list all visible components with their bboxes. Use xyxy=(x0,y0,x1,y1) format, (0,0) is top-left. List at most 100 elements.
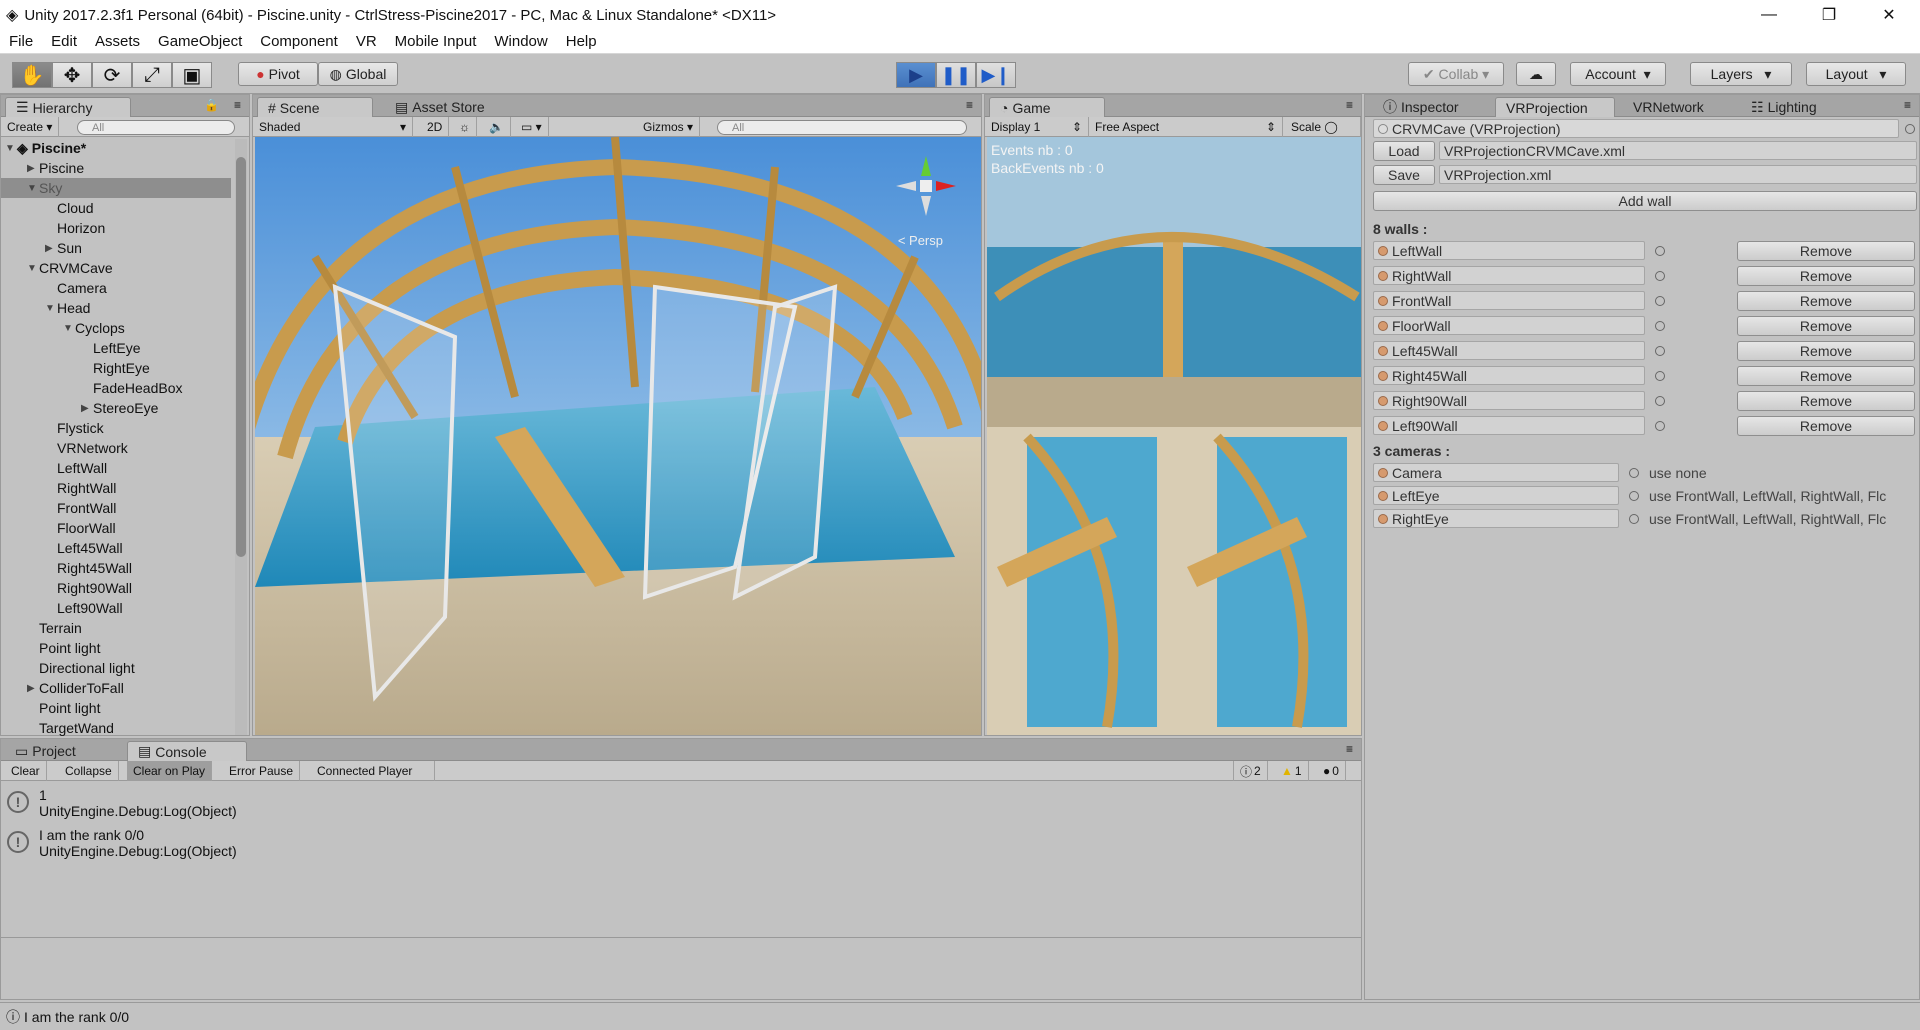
hierarchy-item[interactable]: LeftEye xyxy=(1,338,231,358)
aspect-dropdown[interactable]: Free Aspect ⇕ xyxy=(1089,117,1283,137)
tab-project[interactable]: ▭ Project xyxy=(5,741,86,761)
hierarchy-item[interactable]: Horizon xyxy=(1,218,231,238)
error-pause-toggle[interactable]: Error Pause xyxy=(223,761,301,781)
collapse-button[interactable]: Collapse xyxy=(59,761,119,781)
tab-inspector[interactable]: ⓘ Inspector xyxy=(1373,97,1469,117)
object-picker-icon[interactable] xyxy=(1655,421,1665,431)
object-picker-icon[interactable] xyxy=(1655,396,1665,406)
step-button[interactable]: ▶❙ xyxy=(976,62,1016,88)
menu-component[interactable]: Component xyxy=(251,33,347,50)
hierarchy-item[interactable]: ▶ Piscine xyxy=(1,158,231,178)
object-field[interactable]: CRVMCave (VRProjection) xyxy=(1373,119,1899,138)
audio-toggle-icon[interactable]: 🔈 xyxy=(483,117,511,137)
hierarchy-item[interactable]: ▶ StereoEye xyxy=(1,398,231,418)
rect-tool-icon[interactable]: ▣ xyxy=(172,62,212,88)
menu-mobile-input[interactable]: Mobile Input xyxy=(386,33,486,50)
2d-toggle[interactable]: 2D xyxy=(421,117,450,137)
console-entry[interactable]: I am the rank 0/0 UnityEngine.Debug:Log(O… xyxy=(39,827,1361,863)
tab-scene[interactable]: # Scene xyxy=(257,97,373,117)
remove-wall-button[interactable]: Remove xyxy=(1737,316,1915,336)
menu-file[interactable]: File xyxy=(0,33,42,50)
chevron-right-icon[interactable]: ▶ xyxy=(45,243,57,254)
remove-wall-button[interactable]: Remove xyxy=(1737,391,1915,411)
hierarchy-item[interactable]: LeftWall xyxy=(1,458,231,478)
menu-gameobject[interactable]: GameObject xyxy=(149,33,251,50)
cloud-button[interactable]: ☁ xyxy=(1516,62,1556,86)
wall-field[interactable]: LeftWall xyxy=(1373,241,1645,260)
gizmos-dropdown[interactable]: Gizmos ▾ xyxy=(637,117,701,137)
tab-vrprojection[interactable]: VRProjection xyxy=(1495,97,1615,117)
effects-dropdown-icon[interactable]: ▭ ▾ xyxy=(515,117,549,137)
account-dropdown[interactable]: Account ▾ xyxy=(1570,62,1666,86)
maximize-button[interactable]: ❐ xyxy=(1806,0,1852,30)
lock-icon[interactable]: 🔒 xyxy=(204,98,219,112)
tab-lighting[interactable]: ☷ Lighting xyxy=(1741,97,1827,117)
move-tool-icon[interactable]: ✥ xyxy=(52,62,92,88)
layers-dropdown[interactable]: Layers ▾ xyxy=(1690,62,1792,86)
scene-viewport[interactable]: < Persp xyxy=(255,137,981,735)
hierarchy-item[interactable]: ▼ CRVMCave xyxy=(1,258,231,278)
persp-label[interactable]: < Persp xyxy=(898,233,943,248)
error-count-toggle[interactable]: ● 0 xyxy=(1317,761,1346,781)
status-bar[interactable]: ⓘ I am the rank 0/0 xyxy=(0,1002,1920,1030)
scrollbar-thumb[interactable] xyxy=(236,157,246,557)
chevron-right-icon[interactable]: ▶ xyxy=(27,683,39,694)
panel-menu-icon[interactable]: ≡ xyxy=(1346,742,1353,756)
load-button[interactable]: Load xyxy=(1373,141,1435,161)
wall-field[interactable]: FrontWall xyxy=(1373,291,1645,310)
rotate-tool-icon[interactable]: ⟳ xyxy=(92,62,132,88)
wall-field[interactable]: Left45Wall xyxy=(1373,341,1645,360)
hierarchy-item[interactable]: Terrain xyxy=(1,618,231,638)
tab-hierarchy[interactable]: ☰ Hierarchy xyxy=(5,97,131,117)
object-picker-icon[interactable] xyxy=(1655,371,1665,381)
save-button[interactable]: Save xyxy=(1373,165,1435,185)
hierarchy-item[interactable]: RightEye xyxy=(1,358,231,378)
play-button[interactable]: ▶ xyxy=(896,62,936,88)
create-dropdown[interactable]: Create ▾ xyxy=(1,117,60,137)
hierarchy-item[interactable]: Camera xyxy=(1,278,231,298)
chevron-down-icon[interactable]: ▼ xyxy=(45,303,57,314)
console-entry[interactable]: 1 UnityEngine.Debug:Log(Object) xyxy=(39,787,1361,823)
clear-on-play-toggle[interactable]: Clear on Play xyxy=(127,761,213,781)
remove-wall-button[interactable]: Remove xyxy=(1737,341,1915,361)
hierarchy-item[interactable]: Cloud xyxy=(1,198,231,218)
hierarchy-item[interactable]: Right90Wall xyxy=(1,578,231,598)
object-picker-icon[interactable] xyxy=(1655,271,1665,281)
warning-count-toggle[interactable]: ▲ 1 xyxy=(1275,761,1309,781)
hierarchy-search-input[interactable]: All xyxy=(77,120,235,135)
global-toggle[interactable]: ◍ Global xyxy=(318,62,398,86)
remove-wall-button[interactable]: Remove xyxy=(1737,241,1915,261)
object-picker-icon[interactable] xyxy=(1655,346,1665,356)
camera-field[interactable]: Camera xyxy=(1373,463,1619,482)
object-picker-icon[interactable] xyxy=(1629,514,1639,524)
pivot-toggle[interactable]: ● Pivot xyxy=(238,62,318,86)
hierarchy-scrollbar[interactable] xyxy=(235,139,247,735)
panel-menu-icon[interactable]: ≡ xyxy=(966,98,973,112)
chevron-down-icon[interactable]: ▼ xyxy=(27,183,39,194)
panel-menu-icon[interactable]: ≡ xyxy=(234,98,241,112)
scene-search-input[interactable]: All xyxy=(717,120,967,135)
camera-field[interactable]: LeftEye xyxy=(1373,486,1619,505)
hierarchy-item[interactable]: Flystick xyxy=(1,418,231,438)
scale-slider[interactable]: Scale ◯ xyxy=(1285,117,1361,137)
chevron-down-icon[interactable]: ▼ xyxy=(63,323,75,334)
chevron-right-icon[interactable]: ▶ xyxy=(81,403,93,414)
hierarchy-item[interactable]: Point light xyxy=(1,698,231,718)
hierarchy-item[interactable]: ▼ Cyclops xyxy=(1,318,231,338)
close-button[interactable]: ✕ xyxy=(1866,0,1912,30)
menu-vr[interactable]: VR xyxy=(347,33,386,50)
menu-assets[interactable]: Assets xyxy=(86,33,149,50)
connected-player-dropdown[interactable]: Connected Player xyxy=(311,761,435,781)
tab-vrnetwork[interactable]: VRNetwork xyxy=(1623,97,1714,117)
hierarchy-item[interactable]: Left90Wall xyxy=(1,598,231,618)
hierarchy-item[interactable]: FrontWall xyxy=(1,498,231,518)
layout-dropdown[interactable]: Layout ▾ xyxy=(1806,62,1906,86)
remove-wall-button[interactable]: Remove xyxy=(1737,416,1915,436)
orientation-gizmo[interactable] xyxy=(891,151,961,221)
scene-root[interactable]: ▼ ◈ Piscine* xyxy=(5,138,231,158)
hierarchy-item[interactable]: FadeHeadBox xyxy=(1,378,231,398)
object-picker-icon[interactable] xyxy=(1655,321,1665,331)
log-count-toggle[interactable]: ⓘ 2 xyxy=(1233,761,1268,781)
menu-window[interactable]: Window xyxy=(485,33,556,50)
remove-wall-button[interactable]: Remove xyxy=(1737,266,1915,286)
